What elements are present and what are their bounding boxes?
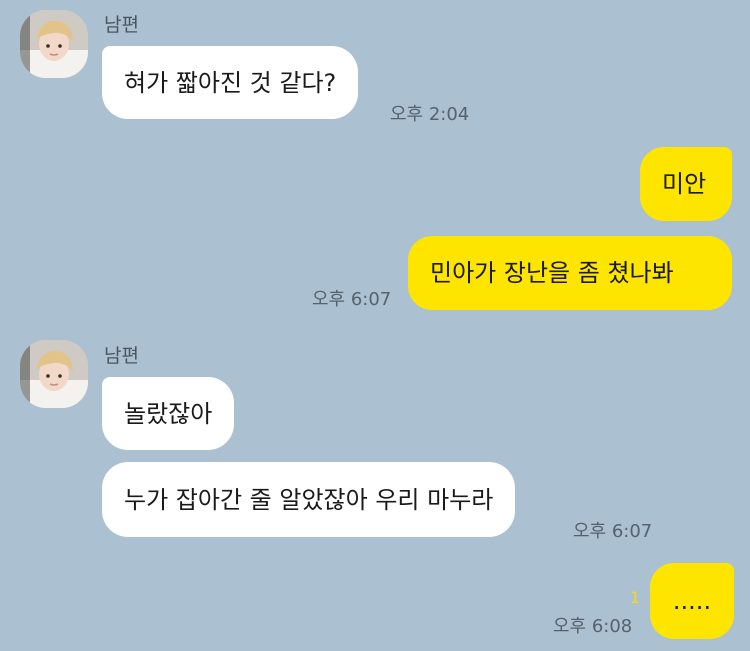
message-bubble-outgoing[interactable]: 미안 [640,147,732,221]
message-text: 미안 [662,170,707,198]
sender-name: 남편 [104,14,139,36]
message-text: ..... [672,587,712,615]
message-bubble-outgoing[interactable]: ..... [650,563,734,639]
message-bubble-outgoing[interactable]: 민아가 장난을 좀 쳤나봐 [408,236,732,310]
message-text: 혀가 짧아진 것 같다? [124,68,337,97]
message-text: 민아가 장난을 좀 쳤나봐 [430,259,674,287]
sender-avatar[interactable] [20,10,88,78]
message-bubble-incoming[interactable]: 누가 잡아간 줄 알았잖아 우리 마누라 [102,462,516,537]
avatar-icon [20,10,88,78]
message-bubble-incoming[interactable]: 혀가 짧아진 것 같다? [102,46,359,119]
message-bubble-incoming[interactable]: 놀랐잖아 [102,377,235,450]
sender-name: 남편 [104,345,139,367]
unread-count: 1 [630,588,641,607]
message-timestamp: 오후 2:04 [390,104,470,125]
sender-avatar[interactable] [20,340,88,408]
message-text: 놀랐잖아 [124,399,213,428]
message-timestamp: 오후 6:08 [553,616,633,637]
message-text: 누가 잡아간 줄 알았잖아 우리 마누라 [124,485,494,514]
message-timestamp: 오후 6:07 [573,521,653,542]
message-timestamp: 오후 6:07 [312,289,392,310]
avatar-icon [20,340,88,408]
